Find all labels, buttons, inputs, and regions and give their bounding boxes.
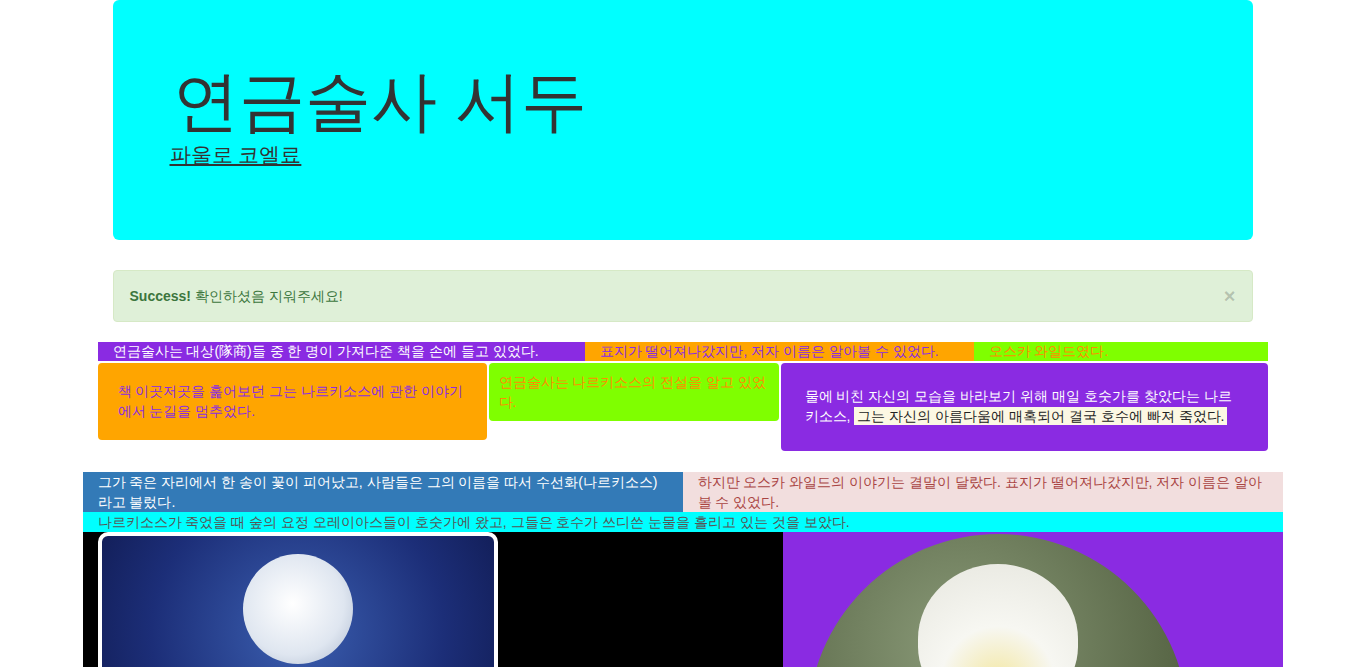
story-panel: 그가 죽은 자리에서 한 송이 꽃이 피어났고, 사람들은 그의 이름을 따서 … — [83, 472, 683, 512]
story-card: 물에 비친 자신의 모습을 바라보기 위해 매일 호숫가를 찾았다는 나르키소스… — [781, 363, 1268, 451]
story-panel: 하지만 오스카 와일드의 이야기는 결말이 달랐다. 표지가 떨어져나갔지만, … — [683, 472, 1283, 512]
strip-cell: 연금술사는 대상(隊商)들 중 한 명이 가져다준 책을 손에 들고 있었다. — [98, 342, 585, 361]
author-link[interactable]: 파울로 코엘료 — [170, 140, 302, 170]
page-title: 연금술사 서두 — [173, 62, 1193, 140]
moon-icon — [243, 554, 353, 664]
story-card: 연금술사는 나르키소스의 전설을 알고 있었다. — [489, 363, 779, 421]
close-button[interactable]: × — [1224, 286, 1236, 306]
panel-row: 그가 죽은 자리에서 한 송이 꽃이 피어났고, 사람들은 그의 이름을 따서 … — [83, 472, 1283, 512]
image-column — [783, 532, 1283, 667]
success-alert: Success! 확인하셨음 지워주세요! × — [113, 270, 1253, 322]
story-card: 책 이곳저곳을 훑어보던 그는 나르키소스에 관한 이야기에서 눈길을 멈추었다… — [98, 363, 487, 440]
image-column — [83, 532, 783, 667]
strip-cell: 표지가 떨어져나갔지만, 저자 이름은 알아볼 수 있었다. — [585, 342, 974, 361]
jumbotron: 연금술사 서두파울로 코엘료 — [113, 0, 1253, 240]
banner: 나르키소스가 죽었을 때 숲의 요정 오레이아스들이 호숫가에 왔고, 그들은 … — [83, 512, 1283, 532]
container: 연금술사 서두파울로 코엘료 Success! 확인하셨음 지워주세요! × — [113, 0, 1253, 322]
page: 연금술사 서두파울로 코엘료Success! 확인하셨음 지워주세요!×연금술사… — [0, 0, 1365, 667]
moon-image — [98, 532, 498, 667]
card-row: 책 이곳저곳을 훑어보던 그는 나르키소스에 관한 이야기에서 눈길을 멈추었다… — [98, 363, 1268, 451]
strip-row: 연금술사는 대상(隊商)들 중 한 명이 가져다준 책을 손에 들고 있었다.표… — [98, 342, 1268, 361]
highlight: 그는 자신의 아름다움에 매혹되어 결국 호수에 빠져 죽었다. — [854, 407, 1227, 425]
flower-icon — [918, 564, 1078, 667]
strip-cell: 오스카 와일드였다. — [974, 342, 1268, 361]
flower-image — [808, 534, 1188, 667]
image-row — [83, 532, 1283, 667]
alert-text: Success! 확인하셨음 지워주세요! — [130, 286, 343, 306]
